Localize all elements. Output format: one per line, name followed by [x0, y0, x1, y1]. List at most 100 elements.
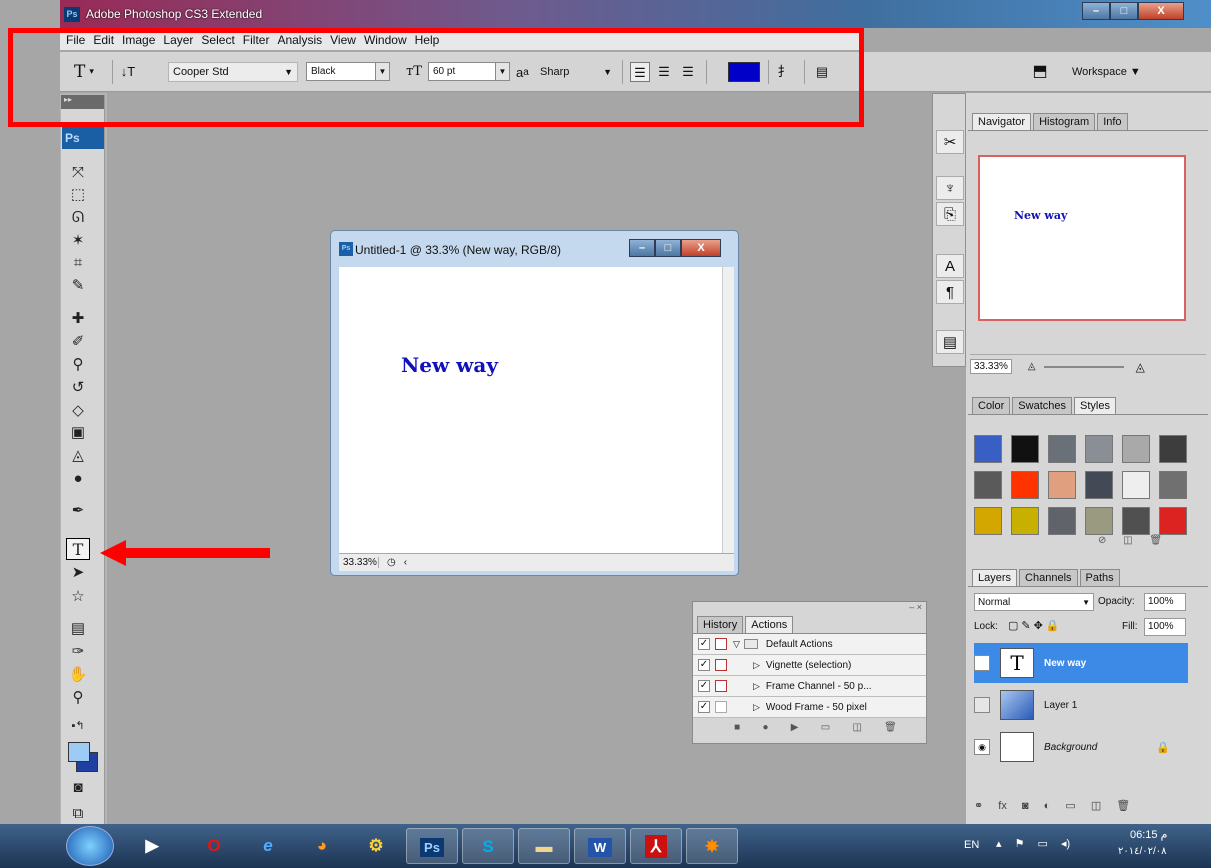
dialog-toggle-icon[interactable] — [715, 680, 727, 692]
adjustment-icon[interactable]: ◐ — [1044, 800, 1051, 812]
style-swatch[interactable] — [1048, 471, 1076, 499]
trash-icon[interactable]: 🗑 — [1149, 535, 1162, 546]
checkbox-icon[interactable]: ✓ — [698, 680, 710, 692]
tab-history[interactable]: History — [697, 616, 744, 633]
dialog-toggle-icon[interactable] — [715, 701, 727, 713]
clone-stamp-tool-icon[interactable]: ⚲ — [66, 354, 90, 376]
vertical-scrollbar[interactable] — [722, 267, 734, 553]
workspace-menu[interactable]: Workspace ▼ — [1072, 62, 1141, 82]
status-menu-icon[interactable]: ◷ — [387, 557, 396, 568]
style-swatch[interactable] — [1011, 507, 1039, 535]
tab-channels[interactable]: Channels — [1019, 569, 1078, 586]
eye-icon[interactable]: ◉ — [974, 655, 990, 671]
healing-brush-tool-icon[interactable]: ✚ — [66, 308, 90, 330]
character-icon[interactable]: A — [936, 254, 964, 278]
tools-preset-icon[interactable]: ✂ — [936, 130, 964, 154]
link-icon[interactable]: ⚭ — [974, 800, 983, 812]
fill-field[interactable]: 100% — [1144, 618, 1186, 636]
play-icon[interactable]: ▶ — [791, 722, 799, 733]
dialog-toggle-icon[interactable] — [715, 659, 727, 671]
style-swatch[interactable] — [974, 507, 1002, 535]
style-swatch[interactable] — [1085, 507, 1113, 535]
style-swatch[interactable] — [1122, 435, 1150, 463]
style-swatch[interactable] — [1011, 435, 1039, 463]
eyedropper-tool-icon[interactable]: ✑ — [66, 641, 90, 663]
magic-wand-tool-icon[interactable]: ✶ — [66, 230, 90, 252]
checkbox-icon[interactable]: ✓ — [698, 659, 710, 671]
trash-icon[interactable]: 🗑 — [1116, 800, 1130, 812]
minimize-button[interactable]: – — [1082, 2, 1110, 20]
dodge-tool-icon[interactable]: ● — [66, 468, 90, 490]
move-tool-icon[interactable]: ⤧ — [66, 162, 90, 184]
lasso-tool-icon[interactable]: ᘏ — [66, 207, 90, 229]
notes-tool-icon[interactable]: ▤ — [66, 618, 90, 640]
tab-actions[interactable]: Actions — [745, 616, 794, 633]
brush-tool-icon[interactable]: ✐ — [66, 331, 90, 353]
dialog-toggle-icon[interactable] — [715, 638, 727, 650]
screen-mode-icon[interactable]: ⧉ — [66, 803, 90, 825]
close-button[interactable]: X — [1138, 2, 1184, 20]
eye-off-icon[interactable] — [974, 697, 990, 713]
panel-close-icon[interactable]: – × — [693, 602, 926, 614]
zoom-slider[interactable] — [1043, 365, 1124, 368]
opacity-field[interactable]: 100% — [1144, 593, 1186, 611]
chevron-down-icon[interactable]: ▽ — [733, 639, 740, 650]
eye-icon[interactable]: ◉ — [974, 739, 990, 755]
tab-color[interactable]: Color — [972, 397, 1011, 414]
taskbar-photoshop[interactable]: Ps — [406, 828, 458, 864]
utility-icon[interactable]: ⚙ — [350, 828, 402, 864]
avast-icon[interactable]: ✸ — [686, 828, 738, 864]
slice-tool-icon[interactable]: ✎ — [66, 275, 90, 297]
eraser-tool-icon[interactable]: ◇ — [66, 400, 90, 422]
new-set-icon[interactable]: ▭ — [821, 722, 830, 733]
layer-row-background[interactable]: ◉ Background 🔒 — [974, 727, 1188, 767]
clear-style-icon[interactable]: ⊘ — [1098, 535, 1106, 546]
paragraph-icon[interactable]: ¶ — [936, 280, 964, 304]
gradient-tool-icon[interactable]: ▣ — [66, 422, 90, 444]
path-selection-tool-icon[interactable]: ➤ — [66, 562, 90, 584]
new-layer-icon[interactable]: ◫ — [1091, 800, 1101, 812]
type-tool-icon[interactable]: T — [66, 538, 90, 560]
mask-icon[interactable]: ◙ — [1022, 800, 1029, 812]
clock-time[interactable]: 06:15 م — [1130, 828, 1167, 841]
navigator-zoom-field[interactable]: 33.33% — [970, 359, 1012, 374]
zoom-tool-icon[interactable]: ⚲ — [66, 687, 90, 709]
group-icon[interactable]: ▭ — [1065, 800, 1075, 812]
tab-info[interactable]: Info — [1097, 113, 1128, 130]
style-swatch[interactable] — [1085, 435, 1113, 463]
trash-icon[interactable]: 🗑 — [884, 722, 897, 733]
doc-maximize-button[interactable]: □ — [655, 239, 681, 257]
record-icon[interactable]: ● — [762, 722, 768, 733]
action-row[interactable]: ✓ ▷ Wood Frame - 50 pixel — [693, 697, 926, 718]
style-swatch[interactable] — [1011, 471, 1039, 499]
crop-tool-icon[interactable]: ⌗ — [66, 252, 90, 274]
swap-colors-icon[interactable]: ▪↰ — [66, 715, 90, 737]
quick-mask-icon[interactable]: ◙ — [66, 777, 90, 799]
style-swatch[interactable] — [1122, 507, 1150, 535]
language-indicator[interactable]: EN — [964, 839, 979, 851]
clone-source-icon[interactable]: ⎘ — [936, 202, 964, 226]
acrobat-icon[interactable]: ⅄ — [630, 828, 682, 864]
firefox-icon[interactable]: ◕ — [296, 828, 348, 864]
action-row[interactable]: ✓ ▷ Frame Channel - 50 p... — [693, 676, 926, 697]
tray-icons[interactable]: ▴ ⚑ ▭ ◂) — [996, 837, 1070, 850]
tab-layers[interactable]: Layers — [972, 569, 1018, 586]
new-action-icon[interactable]: ◫ — [852, 722, 861, 733]
foreground-color-swatch[interactable] — [68, 742, 90, 762]
layer-row-layer-1[interactable]: Layer 1 — [974, 685, 1188, 725]
tab-paths[interactable]: Paths — [1079, 569, 1120, 586]
style-swatch[interactable] — [1048, 507, 1076, 535]
opera-icon[interactable]: O — [188, 828, 240, 864]
zoom-level[interactable]: 33.33% — [339, 557, 379, 568]
style-swatch[interactable] — [1048, 435, 1076, 463]
tab-swatches[interactable]: Swatches — [1012, 397, 1072, 414]
explorer-icon[interactable]: ▬ — [518, 828, 570, 864]
maximize-button[interactable]: □ — [1110, 2, 1138, 20]
tab-navigator[interactable]: Navigator — [972, 113, 1032, 130]
doc-minimize-button[interactable]: – — [629, 239, 655, 257]
style-swatch[interactable] — [1159, 471, 1187, 499]
marquee-tool-icon[interactable]: ⬚ — [66, 184, 90, 206]
history-brush-tool-icon[interactable]: ↺ — [66, 377, 90, 399]
style-swatch[interactable] — [1159, 435, 1187, 463]
style-swatch[interactable] — [1085, 471, 1113, 499]
